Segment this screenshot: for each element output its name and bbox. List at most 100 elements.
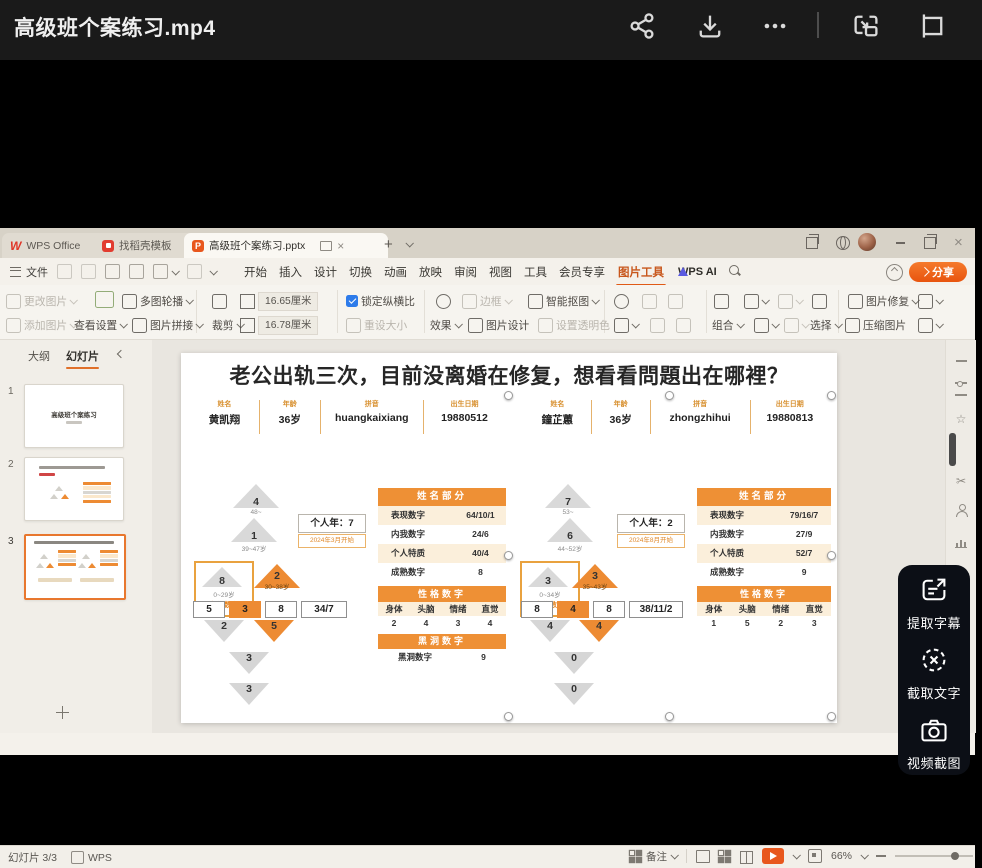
slide-thumbnail-1[interactable]: 高级班个案练习 [24,384,124,448]
selection-handle[interactable] [665,712,674,721]
selection-handle[interactable] [504,551,513,560]
export-icon[interactable] [81,264,96,279]
border-button[interactable]: 边框 [462,291,513,311]
extract-subtitles-button[interactable]: 提取字幕 [898,575,970,632]
menu-view[interactable]: 视图 [489,264,512,280]
menu-member[interactable]: 会员专享 [559,264,605,280]
lock-aspect-checkbox[interactable]: 锁定纵横比 [346,291,415,311]
effects-button[interactable]: 效果 [430,315,463,335]
width-value[interactable]: 16.65厘米 [258,291,319,311]
menu-review[interactable]: 审阅 [454,264,477,280]
undo-icon[interactable] [153,264,168,279]
sorter-view-icon[interactable] [719,851,731,862]
menu-slideshow[interactable]: 放映 [419,264,442,280]
select-button[interactable]: 选择 [810,315,843,335]
video-screenshot-button[interactable]: 视频截图 [898,715,970,772]
fit-slide-icon[interactable] [807,849,822,863]
zoom-slider[interactable] [895,852,973,860]
height-value[interactable]: 16.78厘米 [258,315,319,335]
share-icon[interactable] [627,11,657,41]
tab-document[interactable]: P 高级班个案练习.pptx × [184,233,388,258]
contacts-icon[interactable] [954,503,968,517]
picture-preview-button[interactable] [95,289,114,309]
crop-button[interactable]: 裁剪 [212,315,245,335]
normal-view-icon[interactable] [695,849,710,863]
download-icon[interactable] [695,11,725,41]
menu-animation[interactable]: 动画 [384,264,407,280]
quickbar-chevron-icon[interactable] [209,266,218,276]
selection-handle[interactable] [504,391,513,400]
tab-outline[interactable]: 大纲 [28,348,50,364]
reset-size-button[interactable]: 重设大小 [346,315,407,335]
pen-button[interactable] [614,315,640,335]
menu-tools[interactable]: 工具 [524,264,547,280]
align-button[interactable] [778,291,804,311]
notes-button[interactable]: 备注 [630,849,679,864]
picture-export-button[interactable] [918,315,944,335]
selection-handle[interactable] [504,712,513,721]
close-tab-icon[interactable]: × [337,240,344,252]
rotate-left-button[interactable] [642,291,657,311]
add-picture-button[interactable]: 添加图片 [6,315,79,335]
menu-file[interactable]: 文件 [26,264,48,280]
slide[interactable]: 老公出轨三次，目前没离婚在修复，想看看問題出在哪裡？ 姓名 黄凯翔 年龄 36岁 拼… [181,353,837,723]
upload-icon[interactable] [886,264,903,281]
crop-corner-button[interactable] [212,291,227,311]
collapse-panel-icon[interactable] [116,349,126,359]
print-icon[interactable] [105,264,120,279]
menu-insert[interactable]: 插入 [279,264,302,280]
arrange-button[interactable] [754,315,780,335]
change-picture-button[interactable]: 更改图片 [6,291,79,311]
collapse-strip-icon[interactable] [954,354,968,368]
menu-icon[interactable] [10,266,21,277]
save-icon[interactable] [57,264,72,279]
task-check-button[interactable] [918,291,944,311]
height-field[interactable]: 16.78厘米 [240,315,319,335]
select-objects-button[interactable] [812,291,827,311]
menu-home[interactable]: 开始 [244,264,267,280]
picture-design-button[interactable]: 图片设计 [468,315,529,335]
combine-button[interactable]: 组合 [712,315,745,335]
new-tab-icon[interactable]: + [384,236,393,253]
user-avatar[interactable] [858,233,876,251]
window-restore-icon[interactable] [924,234,937,249]
window-close-icon[interactable]: × [954,235,963,250]
reading-view-icon[interactable] [739,850,753,864]
selection-handle[interactable] [827,551,836,560]
group-button[interactable] [714,291,729,311]
bring-forward-button[interactable] [744,291,770,311]
tab-slides[interactable]: 幻灯片 [66,348,99,369]
zoom-level[interactable]: 66% [831,850,852,862]
tab-docer[interactable]: 找稻壳模板 [94,233,196,258]
picture-in-picture-icon[interactable] [851,11,881,41]
chart-tool-icon[interactable] [954,534,968,550]
mini-player-icon[interactable] [917,11,947,41]
selection-handle[interactable] [665,391,674,400]
tab-picture-tools[interactable]: 图片工具 [616,264,666,287]
scrollbar-thumb[interactable] [949,433,956,466]
undo-chevron-icon[interactable] [171,266,180,276]
search-icon[interactable] [728,265,742,278]
redo-icon[interactable] [187,264,202,279]
more-icon[interactable] [760,11,790,41]
smart-cutout-button[interactable]: 智能抠图 [528,291,601,311]
slide-thumbnail-2[interactable] [24,457,124,521]
rotate-right-button[interactable] [668,291,683,311]
boards-icon[interactable] [806,234,819,249]
menu-design[interactable]: 设计 [314,264,337,280]
wps-ai-button[interactable]: WPS AI [678,266,717,278]
effects-3d-button[interactable] [436,291,451,311]
star-animation-icon[interactable]: ☆ [954,412,968,426]
zoom-chevron-icon[interactable] [860,851,869,860]
skin-icon[interactable] [71,851,85,864]
clip-icon[interactable]: ✂ [954,474,968,488]
window-minimize-icon[interactable] [896,242,905,244]
print-preview-icon[interactable] [129,264,144,279]
set-transparent-button[interactable]: 设置透明色 [538,315,610,335]
menu-transition[interactable]: 切换 [349,264,372,280]
selection-handle[interactable] [827,391,836,400]
capture-text-button[interactable]: 截取文字 [898,645,970,702]
zoom-out-icon[interactable] [876,855,886,857]
picture-repair-button[interactable]: 图片修复 [848,291,921,311]
width-field[interactable]: 16.65厘米 [240,291,319,311]
